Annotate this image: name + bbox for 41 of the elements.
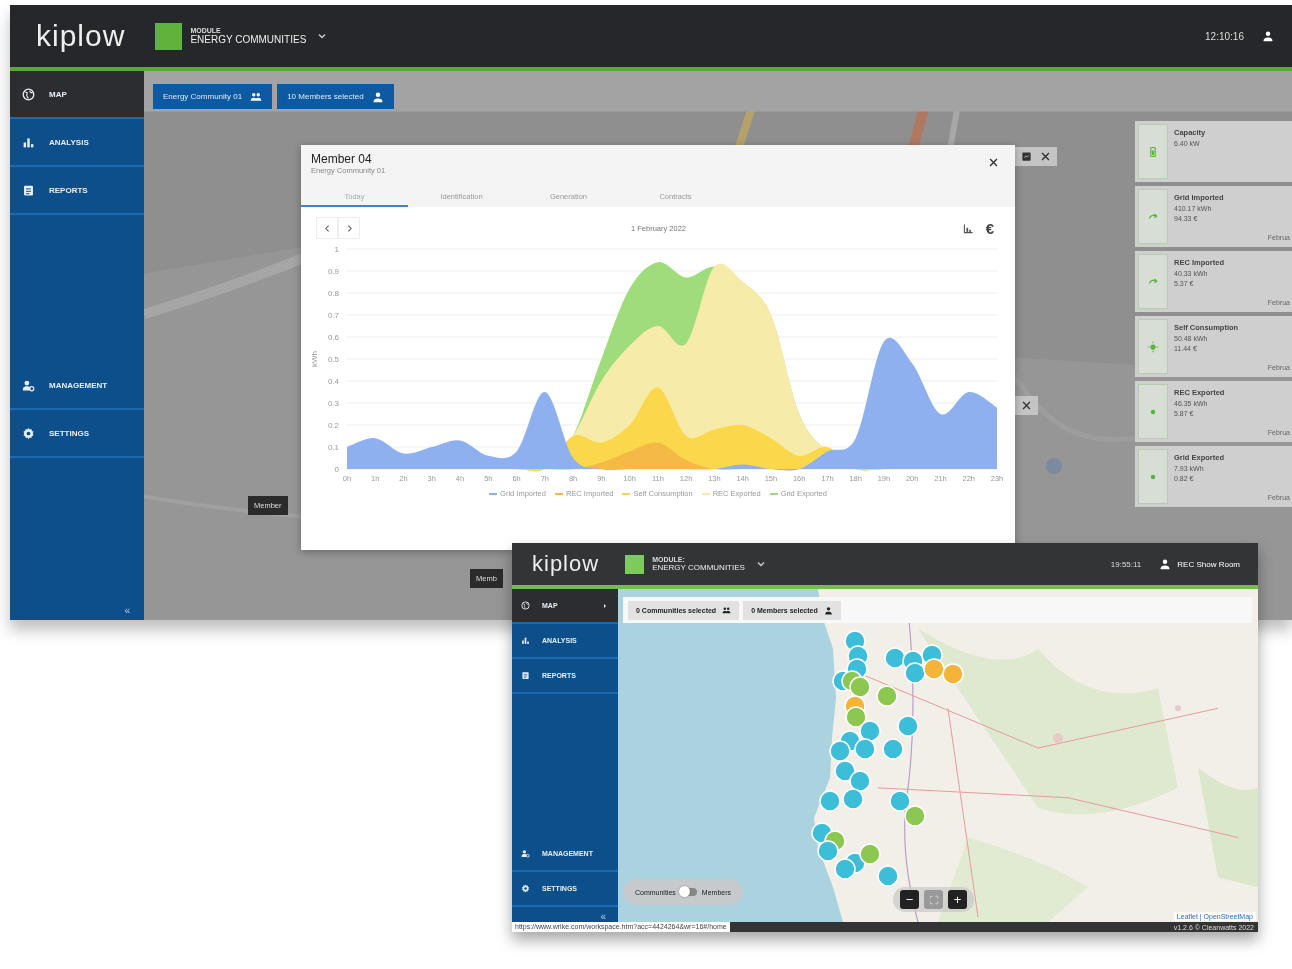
map-marker[interactable] [923,658,945,680]
map-marker[interactable] [854,738,876,760]
map-marker[interactable] [877,865,899,887]
report-icon [22,183,35,197]
clock: 12:10:16 [1205,30,1244,42]
module-name[interactable]: ENERGY COMMUNITIES [190,34,307,45]
person-icon[interactable] [1262,30,1274,42]
map-marker[interactable] [876,685,898,707]
user-gear-icon [22,378,35,392]
map-marker[interactable] [904,805,926,827]
logo: kiplow [36,19,126,53]
map-marker[interactable] [897,715,919,737]
map-marker[interactable] [817,840,839,862]
map-marker[interactable] [819,790,841,812]
fit-button[interactable] [924,890,943,909]
collapse-button[interactable]: « [600,911,606,922]
collapse-button[interactable]: « [124,605,130,616]
map-marker[interactable] [889,790,911,812]
map-marker[interactable] [829,740,851,762]
fit-screen-icon [928,894,939,905]
zoom-in-button[interactable]: + [948,890,967,909]
map-marker[interactable] [859,843,881,865]
report-icon [521,671,530,680]
settings-icon [22,426,35,440]
map-marker[interactable] [882,738,904,760]
user-gear-icon [521,849,530,858]
bar-chart-icon [22,135,35,149]
bar-chart-icon [521,636,530,645]
map-marker[interactable] [834,760,856,782]
map-marker[interactable] [942,663,964,685]
module-icon [155,22,183,50]
globe-icon [22,87,35,101]
map-marker[interactable] [849,676,871,698]
settings-icon [521,884,530,893]
map-marker[interactable] [845,706,867,728]
map-marker[interactable] [849,770,871,792]
toggle-switch[interactable] [680,888,697,896]
zoom-out-button[interactable]: − [900,890,919,909]
sidebar-item[interactable]: MAP [10,71,144,119]
map-marker[interactable] [834,858,856,880]
map-marker[interactable] [842,788,864,810]
